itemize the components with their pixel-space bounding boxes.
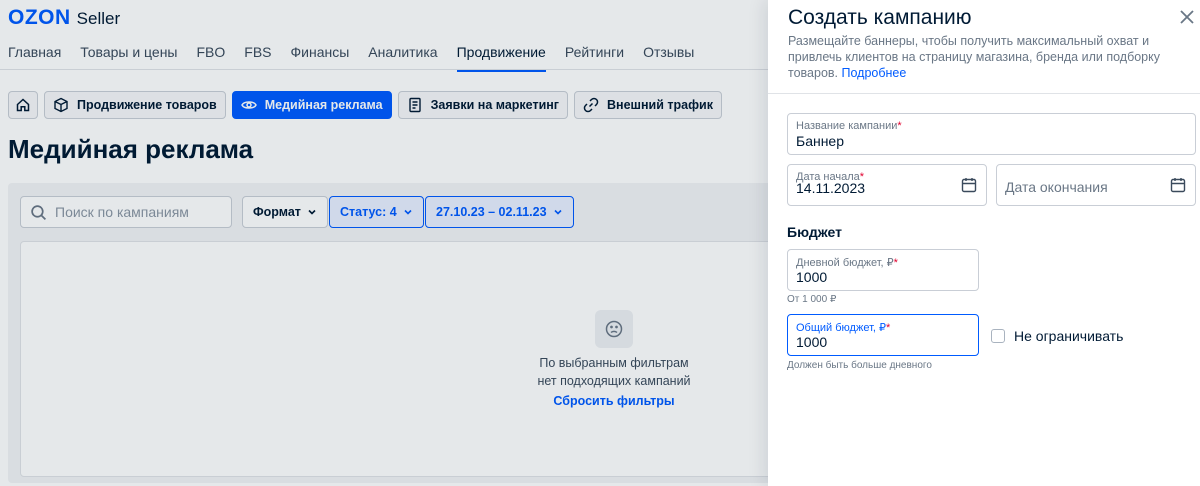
- drawer-description: Размещайте баннеры, чтобы получить макси…: [788, 33, 1168, 81]
- campaign-name-value: Баннер: [796, 133, 845, 149]
- daily-budget-value: 1000: [796, 269, 828, 285]
- more-link[interactable]: Подробнее: [842, 66, 907, 80]
- unlimited-checkbox-row[interactable]: Не ограничивать: [991, 328, 1123, 344]
- divider: [768, 93, 1200, 94]
- unlimited-label: Не ограничивать: [1014, 328, 1124, 344]
- required-mark: *: [893, 257, 898, 269]
- total-budget-hint: Должен быть больше дневного: [787, 360, 932, 371]
- campaign-name-label: Название кампании*: [796, 120, 902, 132]
- create-campaign-drawer: Создать кампанию Размещайте баннеры, что…: [768, 0, 1200, 486]
- daily-budget-field[interactable]: Дневной бюджет, ₽* 1000: [787, 249, 979, 291]
- total-budget-value: 1000: [796, 334, 828, 350]
- budget-section-title: Бюджет: [787, 224, 842, 240]
- daily-budget-hint: От 1 000 ₽: [787, 294, 837, 305]
- required-mark: *: [897, 120, 902, 132]
- end-date-placeholder: Дата окончания: [1005, 179, 1108, 195]
- drawer-title: Создать кампанию: [788, 6, 972, 29]
- start-date-field[interactable]: Дата начала* 14.11.2023: [787, 164, 987, 206]
- close-icon[interactable]: [1178, 8, 1196, 26]
- campaign-name-field[interactable]: Название кампании* Баннер: [787, 113, 1196, 155]
- start-date-value: 14.11.2023: [796, 180, 866, 196]
- unlimited-checkbox[interactable]: [991, 329, 1005, 343]
- calendar-icon[interactable]: [961, 177, 977, 193]
- total-budget-label: Общий бюджет, ₽*: [796, 322, 891, 334]
- end-date-field[interactable]: Дата окончания: [996, 164, 1196, 206]
- total-budget-field[interactable]: Общий бюджет, ₽* 1000: [787, 314, 979, 356]
- calendar-icon[interactable]: [1170, 177, 1186, 193]
- daily-budget-label: Дневной бюджет, ₽*: [796, 257, 898, 269]
- required-mark: *: [886, 322, 891, 334]
